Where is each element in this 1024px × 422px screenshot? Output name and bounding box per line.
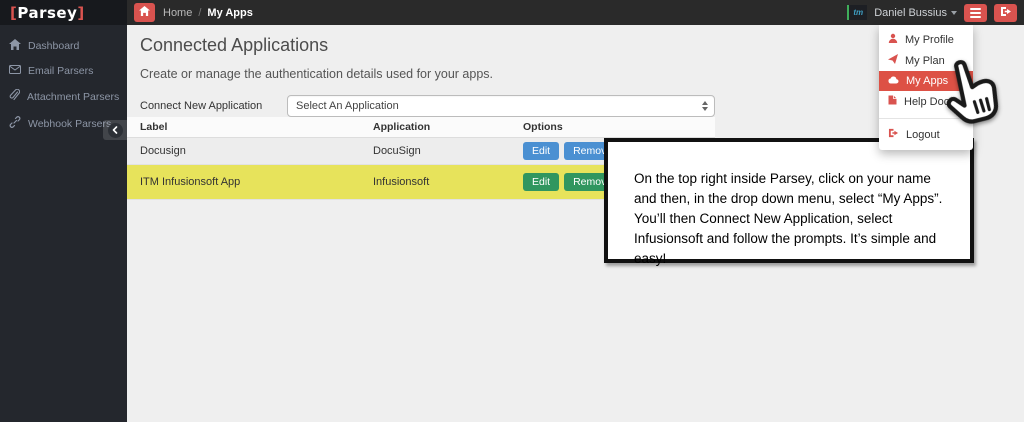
topbar-right: tm Daniel Bussius xyxy=(847,4,1017,22)
sign-out-icon xyxy=(1000,6,1012,20)
cell-label: Docusign xyxy=(127,138,360,165)
page-subtitle: Create or manage the authentication deta… xyxy=(140,67,493,81)
cloud-icon xyxy=(888,75,899,87)
cell-application: Infusionsoft xyxy=(360,165,510,200)
cell-label: ITM Infusionsoft App xyxy=(127,165,360,200)
sidebar-item-label: Attachment Parsers xyxy=(27,91,119,103)
logout-icon xyxy=(888,128,899,141)
connect-new-application-label: Connect New Application xyxy=(140,100,262,112)
file-icon xyxy=(888,95,897,108)
sidebar: [Parsey] Dashboard Email Parsers Attachm… xyxy=(0,0,127,422)
topbar: Home / My Apps tm Daniel Bussius xyxy=(127,0,1024,25)
user-icon xyxy=(888,33,898,46)
edit-button[interactable]: Edit xyxy=(523,142,559,160)
menu-item-label: My Profile xyxy=(905,34,954,46)
menu-item-label: Logout xyxy=(906,129,940,141)
logout-button[interactable] xyxy=(994,4,1017,22)
sidebar-item-label: Dashboard xyxy=(28,40,79,52)
parsey-logo[interactable]: [Parsey] xyxy=(10,4,85,22)
column-header-options: Options xyxy=(510,117,715,138)
logo-bracket-right: ] xyxy=(77,4,84,22)
select-stepper-icon xyxy=(702,101,708,111)
menu-divider xyxy=(879,118,973,119)
menu-item-label: My Plan xyxy=(905,55,945,67)
home-icon xyxy=(9,39,21,53)
breadcrumb-current: My Apps xyxy=(207,7,252,19)
envelope-icon xyxy=(9,65,21,77)
breadcrumb-home-button[interactable] xyxy=(134,3,155,22)
sidebar-item-dashboard[interactable]: Dashboard xyxy=(0,33,127,59)
edit-button[interactable]: Edit xyxy=(523,173,559,191)
application-select-value: Select An Application xyxy=(296,100,702,112)
sidebar-item-attachment-parsers[interactable]: Attachment Parsers xyxy=(0,83,127,110)
sidebar-item-email-parsers[interactable]: Email Parsers xyxy=(0,59,127,83)
table-header-row: Label Application Options xyxy=(127,117,715,138)
menu-item-label: My Apps xyxy=(906,75,948,87)
link-icon xyxy=(9,116,21,131)
column-header-label: Label xyxy=(127,117,360,138)
menu-item-help-docs[interactable]: Help Docs xyxy=(879,91,973,112)
logo-text: Parsey xyxy=(17,4,77,22)
paper-plane-icon xyxy=(888,54,898,67)
menu-item-my-apps[interactable]: My Apps xyxy=(879,71,973,91)
paperclip-icon xyxy=(9,89,20,104)
logo-strip: [Parsey] xyxy=(0,0,127,25)
user-dropdown-menu: My Profile My Plan My Apps Help Docs Log… xyxy=(879,25,973,150)
breadcrumb-home-link[interactable]: Home xyxy=(163,7,192,19)
menu-item-my-plan[interactable]: My Plan xyxy=(879,50,973,71)
menu-item-label: Help Docs xyxy=(904,96,955,108)
menu-item-my-profile[interactable]: My Profile xyxy=(879,29,973,50)
sidebar-collapse-button[interactable] xyxy=(103,120,127,140)
sidebar-item-label: Webhook Parsers xyxy=(28,118,111,130)
instruction-callout-box: On the top right inside Parsey, click on… xyxy=(604,138,974,263)
chevron-down-icon xyxy=(951,11,957,15)
cell-application: DocuSign xyxy=(360,138,510,165)
page-title: Connected Applications xyxy=(140,35,328,56)
user-name-label: Daniel Bussius xyxy=(874,7,947,19)
column-header-application: Application xyxy=(360,117,510,138)
hamburger-icon xyxy=(970,8,981,18)
user-avatar: tm xyxy=(847,5,867,20)
instruction-text: On the top right inside Parsey, click on… xyxy=(634,169,946,269)
menu-item-logout[interactable]: Logout xyxy=(879,124,973,145)
menu-toggle-button[interactable] xyxy=(964,4,987,22)
user-menu-toggle[interactable]: Daniel Bussius xyxy=(874,7,957,19)
sidebar-item-label: Email Parsers xyxy=(28,65,93,77)
collapse-arrow-icon xyxy=(108,123,123,138)
home-icon xyxy=(139,6,150,19)
breadcrumb-separator: / xyxy=(198,7,201,19)
application-select[interactable]: Select An Application xyxy=(287,95,715,117)
